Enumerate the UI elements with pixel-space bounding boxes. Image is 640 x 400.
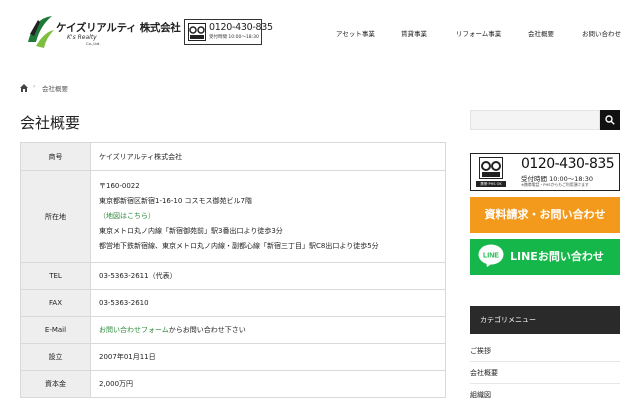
row-label: 資本金 bbox=[20, 370, 91, 398]
header-phone-number: 0120-430-835 bbox=[209, 22, 273, 33]
table-row: 商号 ケイズリアルティ株式会社 bbox=[20, 142, 446, 171]
banner-phone-note: ※携帯電話・PHSからもご利用頂けます bbox=[521, 182, 589, 187]
header-phone-hours: 受付時間 10:00〜18:30 bbox=[209, 35, 259, 40]
logo-english-name: K's Realty bbox=[67, 34, 97, 41]
nav-reform[interactable]: リフォーム事業 bbox=[456, 28, 501, 38]
table-row: 資本金 2,000万円 bbox=[20, 370, 446, 398]
postal-code: 〒160-0022 bbox=[99, 182, 140, 190]
email-note: からお問い合わせ下さい bbox=[168, 326, 246, 334]
search-button[interactable] bbox=[600, 110, 620, 130]
logo-english-suffix: Co.,Ltd. bbox=[86, 41, 101, 46]
line-contact-banner[interactable]: LINE LINEお問い合わせ bbox=[470, 239, 620, 275]
row-label: E-Mail bbox=[20, 316, 91, 344]
request-contact-banner[interactable]: 資料請求・お問い合わせ bbox=[470, 197, 620, 233]
access-line-1: 東京メトロ丸ノ内線「新宿御苑前」駅3番出口より徒歩3分 bbox=[99, 227, 283, 235]
line-logo-text: LINE bbox=[483, 253, 499, 260]
table-row: TEL 03-5363-2611（代表） bbox=[20, 262, 446, 290]
nav-company[interactable]: 会社概要 bbox=[528, 28, 554, 38]
mobile-ok-caption: 携帯·PHS OK bbox=[476, 181, 506, 187]
logo-company-name: ケイズリアルティ 株式会社 bbox=[56, 22, 181, 34]
row-value: 2007年01月11日 bbox=[90, 343, 446, 371]
row-value: 〒160-0022 東京都新宿区新宿1-16-10 コスモス御苑ビル7階 （地図… bbox=[90, 170, 446, 263]
site-header: ケイズリアルティ 株式会社 K's Realty Co.,Ltd. 0120-4… bbox=[0, 0, 640, 68]
address-text: 東京都新宿区新宿1-16-10 コスモス御苑ビル7階 bbox=[99, 197, 252, 205]
site-logo[interactable]: ケイズリアルティ 株式会社 K's Realty Co.,Ltd. bbox=[24, 12, 181, 52]
row-label: FAX bbox=[20, 289, 91, 317]
freedial-icon bbox=[188, 23, 206, 41]
category-item-greeting[interactable]: ご挨拶 bbox=[470, 340, 620, 362]
breadcrumb-current: 会社概要 bbox=[42, 85, 68, 93]
nav-contact[interactable]: お問い合わせ bbox=[582, 28, 621, 38]
search-icon bbox=[605, 115, 615, 125]
table-row: FAX 03-5363-2610 bbox=[20, 289, 446, 317]
nav-asset[interactable]: アセット事業 bbox=[336, 28, 375, 38]
freedial-icon bbox=[479, 157, 503, 179]
category-menu-title: カテゴリメニュー bbox=[470, 306, 620, 334]
row-value: お問い合わせフォームからお問い合わせ下さい bbox=[90, 316, 446, 344]
row-label: 設立 bbox=[20, 343, 91, 371]
row-value: ケイズリアルティ株式会社 bbox=[90, 142, 446, 171]
contact-form-link[interactable]: お問い合わせフォーム bbox=[99, 326, 169, 334]
logo-mark-icon bbox=[28, 16, 54, 48]
table-row: 所在地 〒160-0022 東京都新宿区新宿1-16-10 コスモス御苑ビル7階… bbox=[20, 170, 446, 263]
access-line-2: 都営地下鉄新宿線、東京メトロ丸ノ内線・副都心線「新宿三丁目」駅C8出口より徒歩5… bbox=[99, 242, 379, 250]
row-value: 2,000万円 bbox=[90, 370, 446, 398]
home-icon[interactable] bbox=[20, 84, 28, 92]
phone-banner[interactable]: 携帯·PHS OK 0120-430-835 受付時間 10:00〜18:30 … bbox=[470, 153, 620, 191]
line-banner-label: LINEお問い合わせ bbox=[510, 250, 604, 263]
row-value: 03-5363-2611（代表） bbox=[90, 262, 446, 290]
row-label: TEL bbox=[20, 262, 91, 290]
row-label: 商号 bbox=[20, 142, 91, 171]
row-label: 所在地 bbox=[20, 170, 91, 263]
category-item-org-chart[interactable]: 組織図 bbox=[470, 384, 620, 400]
map-link[interactable]: （地図はこちら） bbox=[99, 213, 437, 220]
banner-phone-number: 0120-430-835 bbox=[521, 156, 615, 172]
category-item-company[interactable]: 会社概要 bbox=[470, 362, 620, 384]
company-info-table: 商号 ケイズリアルティ株式会社 所在地 〒160-0022 東京都新宿区新宿1-… bbox=[20, 142, 446, 398]
page-title: 会社概要 bbox=[20, 114, 81, 132]
row-value: 03-5363-2610 bbox=[90, 289, 446, 317]
table-row: E-Mail お問い合わせフォームからお問い合わせ下さい bbox=[20, 316, 446, 344]
search-input[interactable] bbox=[470, 110, 600, 130]
header-phone-box[interactable]: 0120-430-835 受付時間 10:00〜18:30 bbox=[184, 19, 273, 45]
breadcrumb-separator: › bbox=[33, 83, 36, 90]
table-row: 設立 2007年01月11日 bbox=[20, 343, 446, 371]
line-logo-icon: LINE bbox=[478, 244, 504, 267]
nav-rental[interactable]: 賃貸事業 bbox=[401, 28, 427, 38]
